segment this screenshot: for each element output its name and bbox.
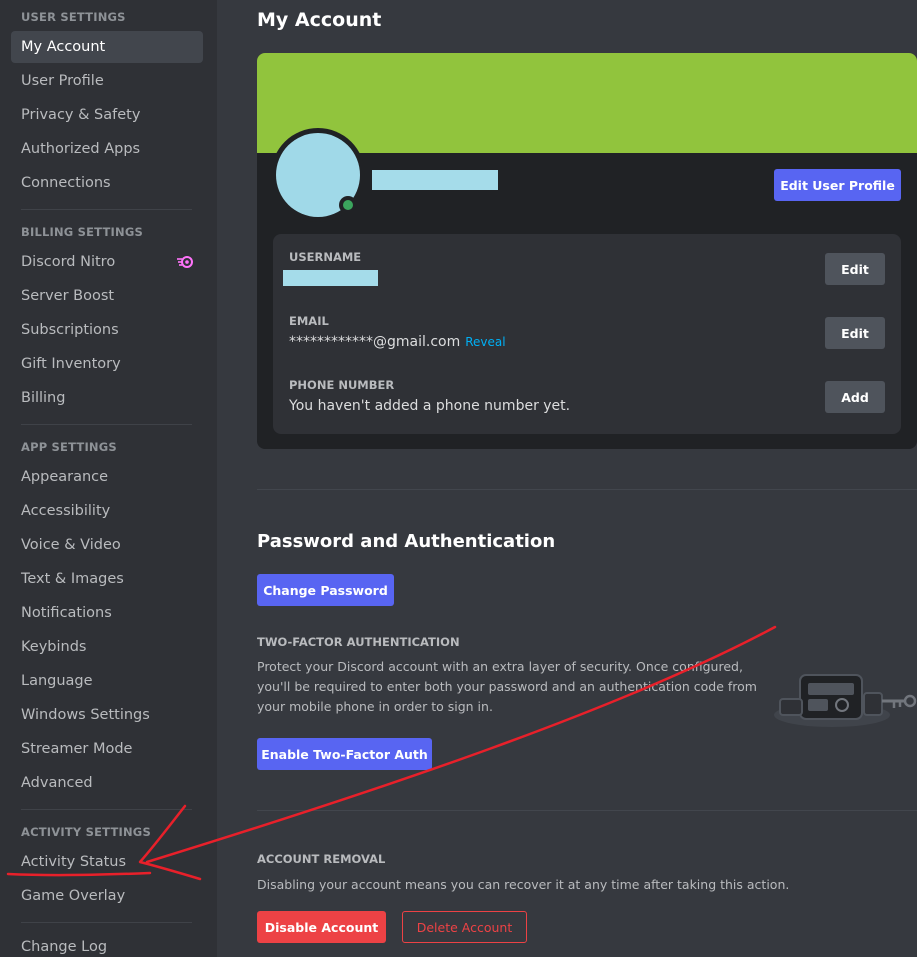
account-profile-card: Edit User Profile Username Edit Email **… [257, 53, 917, 449]
sidebar-item-subscriptions[interactable]: Subscriptions [11, 314, 203, 346]
phone-number-value: You haven't added a phone number yet. [289, 398, 571, 414]
sidebar-item-keybinds[interactable]: Keybinds [11, 631, 203, 663]
sidebar-item-text-images[interactable]: Text & Images [11, 563, 203, 595]
sidebar-item-notifications[interactable]: Notifications [11, 597, 203, 629]
email-value: ************@gmail.com [289, 334, 461, 350]
two-factor-illustration [774, 674, 917, 727]
account-removal-header: Account Removal [257, 852, 386, 866]
page-title: My Account [257, 9, 382, 31]
nitro-icon [177, 256, 193, 268]
two-factor-header: Two-Factor Authentication [257, 635, 460, 649]
sidebar-item-voice-video[interactable]: Voice & Video [11, 529, 203, 561]
sidebar-separator [21, 209, 192, 210]
sidebar-item-language[interactable]: Language [11, 665, 203, 697]
password-auth-title: Password and Authentication [257, 531, 556, 552]
account-removal-description: Disabling your account means you can rec… [257, 877, 790, 892]
sidebar-item-streamer-mode[interactable]: Streamer Mode [11, 733, 203, 765]
sidebar-header-activity-settings: Activity Settings [21, 825, 151, 839]
settings-content: My Account Edit User Profile Username Ed… [217, 0, 917, 957]
redacted-display-name [372, 170, 498, 190]
sidebar-item-activity-status[interactable]: Activity Status [11, 846, 203, 878]
sidebar-item-advanced[interactable]: Advanced [11, 767, 203, 799]
email-value-row: ************@gmail.com Reveal [289, 334, 506, 350]
redacted-username [283, 270, 378, 286]
sidebar-header-app-settings: App Settings [21, 440, 117, 454]
online-status-icon [343, 200, 353, 210]
sidebar-item-connections[interactable]: Connections [11, 167, 203, 199]
username-label: Username [289, 250, 362, 264]
sidebar-separator [21, 424, 192, 425]
reveal-email-link[interactable]: Reveal [465, 335, 505, 349]
sidebar-item-user-profile[interactable]: User Profile [11, 65, 203, 97]
edit-user-profile-button[interactable]: Edit User Profile [774, 169, 901, 201]
sidebar-item-windows-settings[interactable]: Windows Settings [11, 699, 203, 731]
sidebar-separator [21, 809, 192, 810]
email-label: Email [289, 314, 329, 328]
profile-banner [257, 53, 917, 153]
sidebar-item-authorized-apps[interactable]: Authorized Apps [11, 133, 203, 165]
sidebar-header-billing-settings: Billing Settings [21, 225, 143, 239]
sidebar-item-billing[interactable]: Billing [11, 382, 203, 414]
disable-account-button[interactable]: Disable Account [257, 911, 386, 943]
account-info-box: Username Edit Email ************@gmail.c… [273, 234, 901, 434]
settings-sidebar: User Settings My Account User Profile Pr… [0, 0, 217, 957]
section-divider [257, 810, 917, 811]
sidebar-item-discord-nitro[interactable]: Discord Nitro [11, 246, 203, 278]
phone-number-label: Phone Number [289, 378, 395, 392]
sidebar-item-accessibility[interactable]: Accessibility [11, 495, 203, 527]
sidebar-item-gift-inventory[interactable]: Gift Inventory [11, 348, 203, 380]
sidebar-item-game-overlay[interactable]: Game Overlay [11, 880, 203, 912]
sidebar-item-label: Discord Nitro [21, 254, 116, 270]
sidebar-item-privacy-safety[interactable]: Privacy & Safety [11, 99, 203, 131]
delete-account-button[interactable]: Delete Account [402, 911, 527, 943]
two-factor-description: Protect your Discord account with an ext… [257, 659, 757, 714]
sidebar-separator [21, 922, 192, 923]
section-divider [257, 489, 917, 490]
sidebar-item-my-account[interactable]: My Account [11, 31, 203, 63]
sidebar-item-appearance[interactable]: Appearance [11, 461, 203, 493]
enable-two-factor-button[interactable]: Enable Two-Factor Auth [257, 738, 432, 770]
add-phone-button[interactable]: Add [825, 381, 885, 413]
change-password-button[interactable]: Change Password [257, 574, 394, 606]
sidebar-header-user-settings: User Settings [21, 10, 126, 24]
edit-email-button[interactable]: Edit [825, 317, 885, 349]
sidebar-item-server-boost[interactable]: Server Boost [11, 280, 203, 312]
edit-username-button[interactable]: Edit [825, 253, 885, 285]
sidebar-item-change-log[interactable]: Change Log [11, 931, 203, 957]
